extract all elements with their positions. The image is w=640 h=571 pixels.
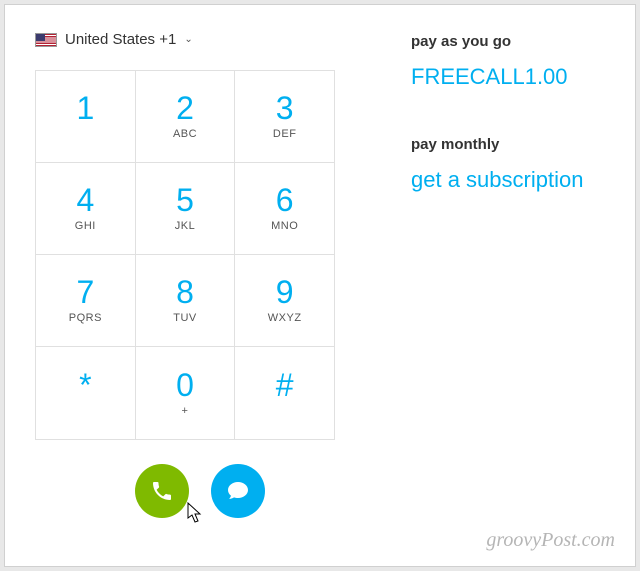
key-7[interactable]: 7PQRS: [36, 255, 136, 347]
phone-icon: [150, 479, 174, 503]
key-0[interactable]: 0+: [136, 347, 236, 439]
payg-link[interactable]: FREECALL1.00: [411, 64, 583, 90]
key-hash[interactable]: #: [235, 347, 334, 439]
key-5[interactable]: 5JKL: [136, 163, 236, 255]
action-buttons: [35, 464, 365, 518]
chat-button[interactable]: [211, 464, 265, 518]
call-button[interactable]: [135, 464, 189, 518]
monthly-heading: pay monthly: [411, 136, 583, 153]
country-label: United States +1: [65, 31, 176, 48]
key-4[interactable]: 4GHI: [36, 163, 136, 255]
cursor-icon: [187, 502, 205, 524]
key-6[interactable]: 6MNO: [235, 163, 334, 255]
dialer-window: United States +1 ⌄ 1 2ABC 3DEF 4GHI 5JKL…: [4, 4, 636, 567]
chevron-down-icon: ⌄: [184, 34, 192, 45]
key-2[interactable]: 2ABC: [136, 71, 236, 163]
chat-icon: [226, 479, 250, 503]
payg-heading: pay as you go: [411, 33, 583, 50]
key-8[interactable]: 8TUV: [136, 255, 236, 347]
key-1[interactable]: 1: [36, 71, 136, 163]
country-selector[interactable]: United States +1 ⌄: [35, 31, 365, 48]
subscription-link[interactable]: get a subscription: [411, 167, 583, 193]
keypad: 1 2ABC 3DEF 4GHI 5JKL 6MNO 7PQRS 8TUV 9W…: [35, 70, 335, 440]
key-star[interactable]: *: [36, 347, 136, 439]
dialer-panel: United States +1 ⌄ 1 2ABC 3DEF 4GHI 5JKL…: [35, 31, 365, 540]
key-9[interactable]: 9WXYZ: [235, 255, 334, 347]
watermark: groovyPost.com: [486, 529, 615, 552]
key-3[interactable]: 3DEF: [235, 71, 334, 163]
flag-icon: [35, 33, 57, 47]
pricing-panel: pay as you go FREECALL1.00 pay monthly g…: [365, 31, 583, 540]
